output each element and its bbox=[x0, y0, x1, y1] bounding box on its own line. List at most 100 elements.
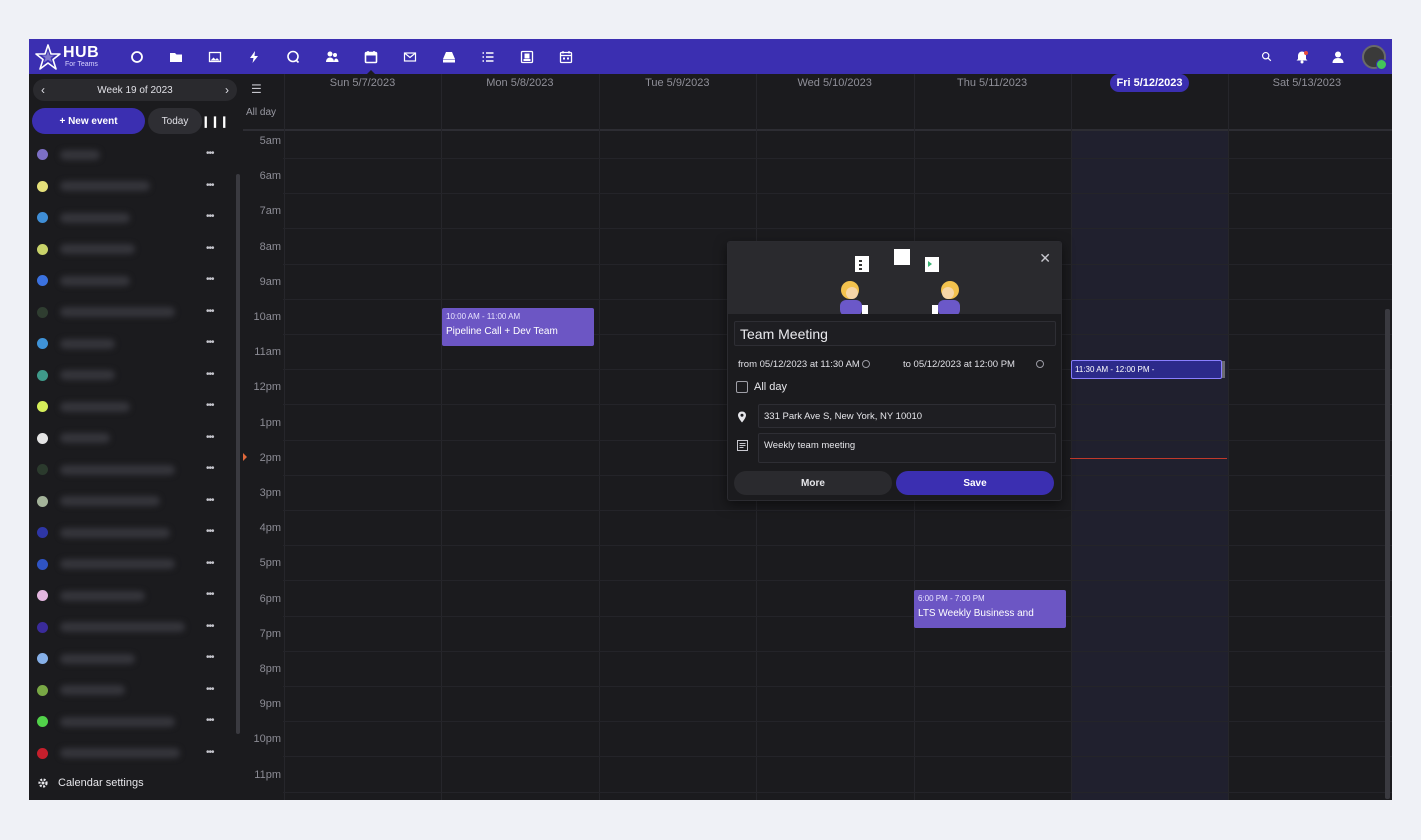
calendar-list-item[interactable]: ••• bbox=[29, 265, 243, 297]
day-header[interactable]: Tue 5/9/2023 bbox=[599, 77, 756, 89]
calendar-color-dot[interactable] bbox=[37, 464, 48, 476]
calendar-color-dot[interactable] bbox=[37, 716, 48, 728]
more-options-icon[interactable]: ••• bbox=[206, 621, 214, 632]
calendar-color-dot[interactable] bbox=[37, 338, 48, 350]
more-options-icon[interactable]: ••• bbox=[206, 526, 214, 537]
calendar-list-item[interactable]: ••• bbox=[29, 549, 243, 581]
more-options-icon[interactable]: ••• bbox=[206, 211, 214, 222]
more-options-icon[interactable]: ••• bbox=[206, 652, 214, 663]
more-options-icon[interactable]: ••• bbox=[206, 432, 214, 443]
view-toggle-icon[interactable]: ❙❙❙ bbox=[201, 108, 229, 134]
calendar-alt-icon[interactable] bbox=[546, 39, 585, 74]
calendar-list-item[interactable]: ••• bbox=[29, 738, 243, 770]
calendar-color-dot[interactable] bbox=[37, 369, 48, 381]
calendar-list-item[interactable]: ••• bbox=[29, 202, 243, 234]
day-header[interactable]: Sat 5/13/2023 bbox=[1228, 77, 1385, 89]
calendar-list-item[interactable]: ••• bbox=[29, 139, 243, 171]
calendar-color-dot[interactable] bbox=[37, 275, 48, 287]
more-options-icon[interactable]: ••• bbox=[206, 400, 214, 411]
more-options-icon[interactable]: ••• bbox=[206, 369, 214, 380]
avatar[interactable] bbox=[1362, 44, 1387, 70]
day-header[interactable]: Fri 5/12/2023 bbox=[1071, 74, 1228, 92]
day-column[interactable] bbox=[1228, 131, 1385, 800]
event-title-input[interactable]: Team Meeting bbox=[734, 321, 1056, 346]
contacts-icon[interactable] bbox=[312, 39, 351, 74]
to-datetime[interactable]: to 05/12/2023 at 12:00 PM bbox=[903, 359, 1015, 370]
calendar-icon[interactable] bbox=[351, 39, 390, 74]
calendar-list-item[interactable]: ••• bbox=[29, 297, 243, 329]
menu-icon[interactable]: ☰ bbox=[251, 82, 262, 96]
notes-input[interactable]: Weekly team meeting bbox=[758, 433, 1056, 463]
calendar-list-item[interactable]: ••• bbox=[29, 234, 243, 266]
calendar-list-item[interactable]: ••• bbox=[29, 612, 243, 644]
globe-icon[interactable] bbox=[1036, 360, 1044, 368]
calendar-list-item[interactable]: ••• bbox=[29, 643, 243, 675]
user-icon[interactable] bbox=[1320, 39, 1356, 74]
day-header[interactable]: Thu 5/11/2023 bbox=[914, 77, 1071, 89]
more-options-icon[interactable]: ••• bbox=[206, 715, 214, 726]
mail-icon[interactable] bbox=[390, 39, 429, 74]
more-options-icon[interactable]: ••• bbox=[206, 495, 214, 506]
save-button[interactable]: Save bbox=[896, 471, 1054, 495]
calendar-color-dot[interactable] bbox=[37, 401, 48, 413]
calendar-color-dot[interactable] bbox=[37, 212, 48, 224]
more-options-icon[interactable]: ••• bbox=[206, 747, 214, 758]
from-datetime[interactable]: from 05/12/2023 at 11:30 AM bbox=[738, 359, 870, 370]
calendar-color-dot[interactable] bbox=[37, 747, 48, 759]
today-button[interactable]: Today bbox=[148, 108, 202, 134]
more-options-icon[interactable]: ••• bbox=[206, 274, 214, 285]
more-options-icon[interactable]: ••• bbox=[206, 148, 214, 159]
calendar-list-item[interactable]: ••• bbox=[29, 360, 243, 392]
calendar-scrollbar[interactable] bbox=[1385, 309, 1390, 799]
event-lts-weekly[interactable]: 6:00 PM - 7:00 PM LTS Weekly Business an… bbox=[914, 590, 1066, 628]
image-icon[interactable] bbox=[195, 39, 234, 74]
location-input[interactable]: 331 Park Ave S, New York, NY 10010 bbox=[758, 404, 1056, 428]
calendar-list-item[interactable]: ••• bbox=[29, 675, 243, 707]
list-icon[interactable] bbox=[468, 39, 507, 74]
draft-event-resize-handle[interactable] bbox=[1222, 361, 1225, 378]
calendar-color-dot[interactable] bbox=[37, 590, 48, 602]
calendar-color-dot[interactable] bbox=[37, 684, 48, 696]
sidebar-scrollbar[interactable] bbox=[236, 174, 240, 734]
drive-icon[interactable] bbox=[429, 39, 468, 74]
all-day-toggle[interactable]: All day bbox=[736, 381, 787, 393]
prev-week-chevron-icon[interactable]: ‹ bbox=[41, 83, 45, 97]
globe-icon[interactable] bbox=[861, 360, 870, 368]
calendar-list-item[interactable]: ••• bbox=[29, 391, 243, 423]
more-options-icon[interactable]: ••• bbox=[206, 180, 214, 191]
calendar-color-dot[interactable] bbox=[37, 558, 48, 570]
draft-event[interactable]: 11:30 AM - 12:00 PM - bbox=[1071, 360, 1222, 379]
day-header[interactable]: Mon 5/8/2023 bbox=[441, 77, 598, 89]
bell-icon[interactable] bbox=[1284, 39, 1320, 74]
day-column[interactable] bbox=[1071, 131, 1228, 800]
new-event-button[interactable]: + New event bbox=[32, 108, 145, 134]
calendar-list-item[interactable]: ••• bbox=[29, 486, 243, 518]
search-icon[interactable] bbox=[1248, 39, 1284, 74]
more-options-icon[interactable]: ••• bbox=[206, 684, 214, 695]
calendar-list-item[interactable]: ••• bbox=[29, 423, 243, 455]
calendar-list-item[interactable]: ••• bbox=[29, 171, 243, 203]
all-day-checkbox[interactable] bbox=[736, 381, 748, 393]
calendar-color-dot[interactable] bbox=[37, 306, 48, 318]
more-options-icon[interactable]: ••• bbox=[206, 306, 214, 317]
calendar-color-dot[interactable] bbox=[37, 180, 48, 192]
day-header[interactable]: Sun 5/7/2023 bbox=[284, 77, 441, 89]
more-button[interactable]: More bbox=[734, 471, 892, 495]
circle-nav-icon[interactable] bbox=[117, 39, 156, 74]
calendar-color-dot[interactable] bbox=[37, 243, 48, 255]
calendar-list-item[interactable]: ••• bbox=[29, 580, 243, 612]
more-options-icon[interactable]: ••• bbox=[206, 589, 214, 600]
day-column[interactable] bbox=[441, 131, 598, 800]
more-options-icon[interactable]: ••• bbox=[206, 337, 214, 348]
account-box-icon[interactable] bbox=[507, 39, 546, 74]
calendar-color-dot[interactable] bbox=[37, 621, 48, 633]
event-pipeline-call[interactable]: 10:00 AM - 11:00 AM Pipeline Call + Dev … bbox=[442, 308, 594, 346]
calendar-color-dot[interactable] bbox=[37, 527, 48, 539]
calendar-list-item[interactable]: ••• bbox=[29, 454, 243, 486]
next-week-chevron-icon[interactable]: › bbox=[225, 83, 229, 97]
day-header[interactable]: Wed 5/10/2023 bbox=[756, 77, 913, 89]
calendar-color-dot[interactable] bbox=[37, 432, 48, 444]
day-column[interactable] bbox=[284, 131, 441, 800]
folder-icon[interactable] bbox=[156, 39, 195, 74]
calendar-settings-link[interactable]: Calendar settings bbox=[37, 777, 144, 789]
